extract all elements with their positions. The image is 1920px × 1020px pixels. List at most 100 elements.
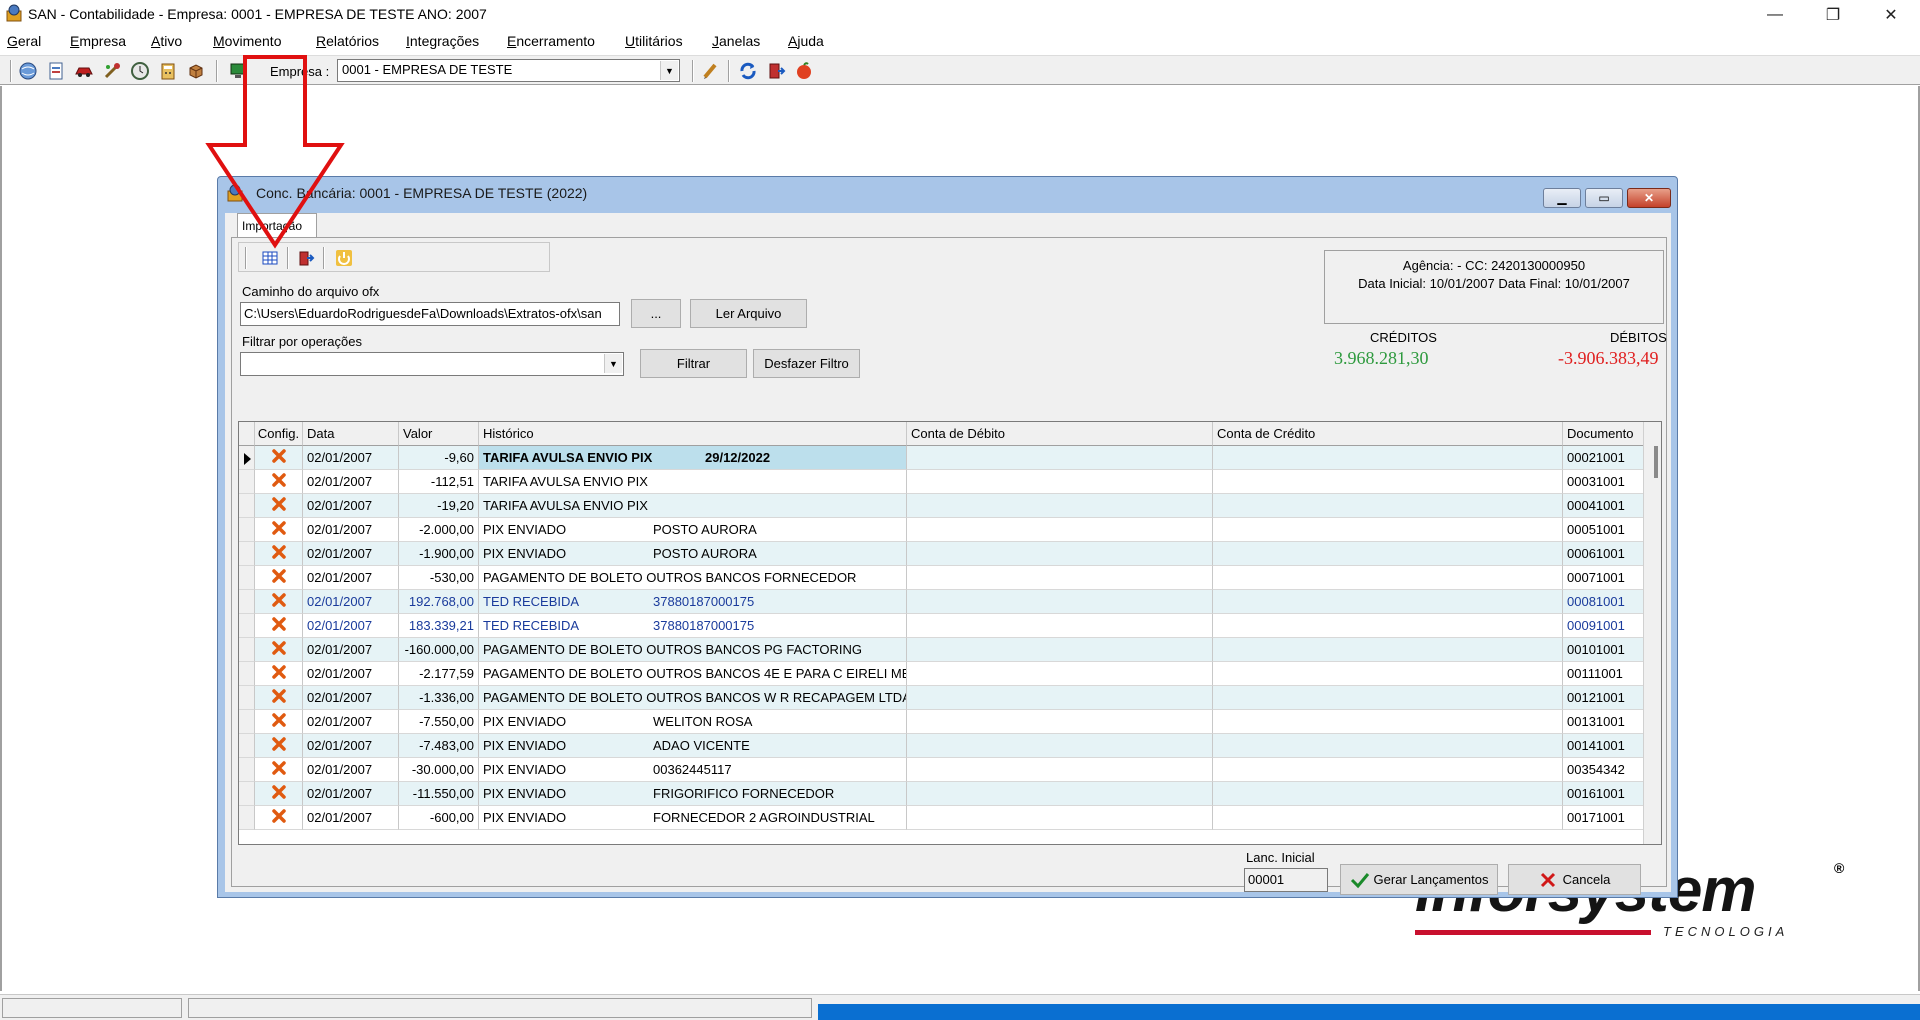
- row-config-cell[interactable]: [255, 614, 303, 638]
- row-historico-cell[interactable]: TED RECEBIDA 37880187000175: [479, 590, 907, 614]
- row-config-cell[interactable]: [255, 638, 303, 662]
- row-conta-debito-cell[interactable]: [907, 566, 1213, 590]
- row-valor-cell[interactable]: -7.483,00: [399, 734, 479, 758]
- row-indicator[interactable]: [239, 542, 255, 566]
- config-x-icon[interactable]: [271, 665, 286, 679]
- table-row[interactable]: 02/01/2007 192.768,00 TED RECEBIDA 37880187…: [239, 590, 1645, 614]
- row-config-cell[interactable]: [255, 686, 303, 710]
- row-valor-cell[interactable]: -19,20: [399, 494, 479, 518]
- pencil-icon[interactable]: [700, 61, 720, 81]
- cube-icon[interactable]: [186, 61, 206, 81]
- row-data-cell[interactable]: 02/01/2007: [303, 590, 399, 614]
- browse-button[interactable]: ...: [631, 299, 681, 328]
- row-documento-cell[interactable]: 00061001: [1563, 542, 1645, 566]
- row-historico-cell[interactable]: PIX ENVIADO ADAO VICENTE: [479, 734, 907, 758]
- table-row[interactable]: 02/01/2007 -9,60 TARIFA AVULSA ENVIO PIX 29…: [239, 446, 1645, 470]
- row-conta-credito-cell[interactable]: [1213, 782, 1563, 806]
- table-row[interactable]: 02/01/2007 -112,51 TARIFA AVULSA ENVIO PIX…: [239, 470, 1645, 494]
- row-documento-cell[interactable]: 00041001: [1563, 494, 1645, 518]
- row-documento-cell[interactable]: 00021001: [1563, 446, 1645, 470]
- row-config-cell[interactable]: [255, 518, 303, 542]
- row-conta-credito-cell[interactable]: [1213, 638, 1563, 662]
- row-valor-cell[interactable]: -112,51: [399, 470, 479, 494]
- row-documento-cell[interactable]: 00111001: [1563, 662, 1645, 686]
- dialog-minimize-button[interactable]: ▁: [1543, 188, 1581, 208]
- globe-icon[interactable]: [18, 61, 38, 81]
- row-config-cell[interactable]: [255, 566, 303, 590]
- clock-icon[interactable]: [130, 61, 150, 81]
- row-config-cell[interactable]: [255, 662, 303, 686]
- header-conta-credito[interactable]: Conta de Crédito: [1213, 422, 1563, 446]
- row-indicator[interactable]: [239, 806, 255, 830]
- refresh-icon[interactable]: [738, 61, 758, 81]
- row-data-cell[interactable]: 02/01/2007: [303, 758, 399, 782]
- row-historico-cell[interactable]: PIX ENVIADO FRIGORIFICO FORNECEDOR: [479, 782, 907, 806]
- row-data-cell[interactable]: 02/01/2007: [303, 542, 399, 566]
- header-config[interactable]: Config.: [255, 422, 303, 446]
- row-conta-credito-cell[interactable]: [1213, 686, 1563, 710]
- header-conta-debito[interactable]: Conta de Débito: [907, 422, 1213, 446]
- row-indicator[interactable]: [239, 470, 255, 494]
- row-conta-debito-cell[interactable]: [907, 638, 1213, 662]
- row-conta-credito-cell[interactable]: [1213, 710, 1563, 734]
- row-config-cell[interactable]: [255, 542, 303, 566]
- row-conta-credito-cell[interactable]: [1213, 758, 1563, 782]
- config-x-icon[interactable]: [271, 713, 286, 727]
- row-data-cell[interactable]: 02/01/2007: [303, 782, 399, 806]
- row-config-cell[interactable]: [255, 590, 303, 614]
- tools-icon[interactable]: [102, 61, 122, 81]
- row-conta-credito-cell[interactable]: [1213, 566, 1563, 590]
- empresa-select[interactable]: 0001 - EMPRESA DE TESTE ▼: [337, 59, 680, 82]
- row-valor-cell[interactable]: 183.339,21: [399, 614, 479, 638]
- config-x-icon[interactable]: [271, 785, 286, 799]
- row-conta-credito-cell[interactable]: [1213, 614, 1563, 638]
- row-historico-cell[interactable]: PIX ENVIADO POSTO AURORA: [479, 518, 907, 542]
- dialog-close-button[interactable]: ✕: [1627, 188, 1671, 208]
- row-historico-cell[interactable]: PAGAMENTO DE BOLETO OUTROS BANCOS W R RE…: [479, 686, 907, 710]
- row-indicator[interactable]: [239, 566, 255, 590]
- config-x-icon[interactable]: [271, 689, 286, 703]
- row-indicator[interactable]: [239, 518, 255, 542]
- table-row[interactable]: 02/01/2007 -7.550,00 PIX ENVIADO WELITON RO…: [239, 710, 1645, 734]
- read-file-button[interactable]: Ler Arquivo: [690, 299, 807, 328]
- config-x-icon[interactable]: [271, 497, 286, 511]
- row-data-cell[interactable]: 02/01/2007: [303, 614, 399, 638]
- scrollbar-thumb[interactable]: [1654, 446, 1658, 478]
- undo-filter-button[interactable]: Desfazer Filtro: [753, 349, 860, 378]
- menu-ajuda[interactable]: Ajuda: [788, 33, 824, 49]
- row-conta-debito-cell[interactable]: [907, 782, 1213, 806]
- row-historico-cell[interactable]: TARIFA AVULSA ENVIO PIX 29/12/2022: [479, 446, 907, 470]
- table-row[interactable]: 02/01/2007 -2.177,59 PAGAMENTO DE BOLETO O…: [239, 662, 1645, 686]
- row-valor-cell[interactable]: -1.336,00: [399, 686, 479, 710]
- row-indicator[interactable]: [239, 686, 255, 710]
- document-icon[interactable]: [46, 61, 66, 81]
- row-config-cell[interactable]: [255, 782, 303, 806]
- row-conta-credito-cell[interactable]: [1213, 494, 1563, 518]
- grid-vertical-scrollbar[interactable]: [1643, 422, 1661, 844]
- row-config-cell[interactable]: [255, 806, 303, 830]
- row-documento-cell[interactable]: 00031001: [1563, 470, 1645, 494]
- chevron-down-icon[interactable]: ▼: [660, 61, 678, 80]
- row-conta-debito-cell[interactable]: [907, 710, 1213, 734]
- row-indicator[interactable]: [239, 782, 255, 806]
- row-conta-debito-cell[interactable]: [907, 614, 1213, 638]
- row-conta-credito-cell[interactable]: [1213, 542, 1563, 566]
- row-conta-debito-cell[interactable]: [907, 518, 1213, 542]
- cancela-button[interactable]: Cancela: [1508, 864, 1641, 895]
- row-valor-cell[interactable]: -9,60: [399, 446, 479, 470]
- menu-geral[interactable]: Geral: [7, 33, 41, 49]
- row-valor-cell[interactable]: -7.550,00: [399, 710, 479, 734]
- row-conta-credito-cell[interactable]: [1213, 446, 1563, 470]
- row-historico-cell[interactable]: PIX ENVIADO 00362445117: [479, 758, 907, 782]
- table-row[interactable]: 02/01/2007 -19,20 TARIFA AVULSA ENVIO PIX 0…: [239, 494, 1645, 518]
- menu-empresa[interactable]: Empresa: [70, 33, 126, 49]
- filter-operations-select[interactable]: ▼: [240, 352, 624, 376]
- row-conta-debito-cell[interactable]: [907, 542, 1213, 566]
- menu-relatorios[interactable]: Relatórios: [316, 33, 379, 49]
- filter-button[interactable]: Filtrar: [640, 349, 747, 378]
- row-config-cell[interactable]: [255, 446, 303, 470]
- row-conta-debito-cell[interactable]: [907, 758, 1213, 782]
- table-row[interactable]: 02/01/2007 -11.550,00 PIX ENVIADO FRIGORIFI…: [239, 782, 1645, 806]
- menu-ativo[interactable]: Ativo: [151, 33, 182, 49]
- config-x-icon[interactable]: [271, 521, 286, 535]
